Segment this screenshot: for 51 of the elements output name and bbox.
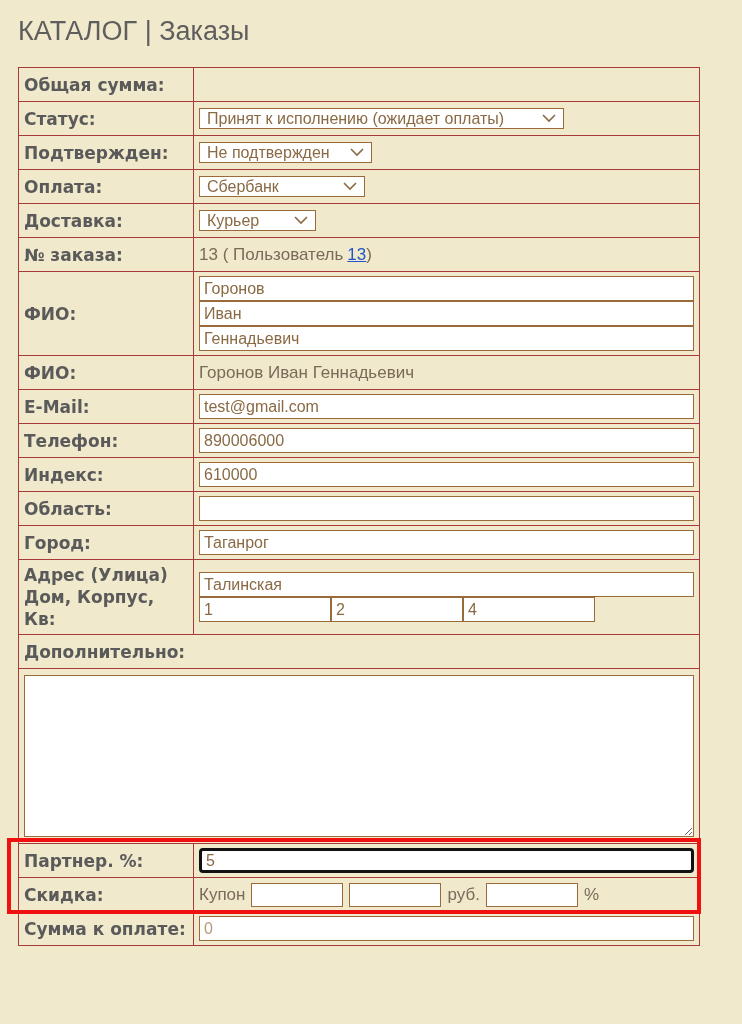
field-label: ФИО: xyxy=(18,355,194,390)
field-label: Телефон: xyxy=(18,423,194,458)
field-label: Статус: xyxy=(18,101,194,136)
value-text: Купон xyxy=(199,884,246,905)
field-label: Партнер. %: xyxy=(18,843,194,878)
field-label: Подтвержден: xyxy=(18,135,194,170)
input-field[interactable]: 5 xyxy=(199,848,694,873)
field-label: Оплата: xyxy=(18,169,194,204)
field-label: Дополнительно: xyxy=(18,634,700,669)
input-field[interactable]: Талинская xyxy=(199,572,694,597)
input-field[interactable]: Иван xyxy=(199,301,694,326)
input-field[interactable] xyxy=(251,882,344,907)
chevron-down-icon xyxy=(542,114,556,123)
field-label: Область: xyxy=(18,491,194,526)
input-field[interactable] xyxy=(349,882,442,907)
chevron-down-icon xyxy=(294,216,308,225)
dropdown[interactable]: Не подтвержден xyxy=(199,142,372,163)
value-text: 13 ( Пользователь xyxy=(199,244,344,265)
user-link[interactable]: 13 xyxy=(347,244,367,265)
chevron-down-icon xyxy=(350,148,364,157)
input-field[interactable]: Таганрог xyxy=(199,530,694,555)
value-text: руб. xyxy=(447,884,480,905)
input-field[interactable]: 610000 xyxy=(199,462,694,487)
field-label: Скидка: xyxy=(18,877,194,912)
field-label: Адрес (Улица) Дом, Корпус, Кв: xyxy=(18,559,194,635)
dropdown[interactable]: Принят к исполнению (ожидает оплаты) xyxy=(199,108,564,129)
field-label: № заказа: xyxy=(18,237,194,272)
input-field[interactable]: 890006000 xyxy=(199,428,694,453)
input-field[interactable] xyxy=(485,882,578,907)
field-label: Общая сумма: xyxy=(18,67,194,102)
chevron-down-icon xyxy=(343,182,357,191)
input-field[interactable]: 2 xyxy=(331,597,463,622)
input-field[interactable]: 4 xyxy=(463,597,595,622)
value-text: Горонов Иван Геннадьевич xyxy=(199,362,415,383)
dropdown[interactable]: Сбербанк xyxy=(199,176,365,197)
field-label: Сумма к оплате: xyxy=(18,911,194,946)
input-field[interactable]: 1 xyxy=(199,597,331,622)
field-label: ФИО: xyxy=(18,271,194,356)
value-text: % xyxy=(583,884,599,905)
input-field[interactable]: Горонов xyxy=(199,276,694,301)
input-field[interactable]: test@gmail.com xyxy=(199,394,694,419)
value-text: ) xyxy=(366,244,372,265)
field-label: Доставка: xyxy=(18,203,194,238)
input-field[interactable]: Геннадьевич xyxy=(199,326,694,351)
field-label: Индекс: xyxy=(18,457,194,492)
field-label: Город: xyxy=(18,525,194,560)
input-field[interactable] xyxy=(199,496,694,521)
dropdown[interactable]: Курьер xyxy=(199,210,316,231)
field-label: E-Mail: xyxy=(18,389,194,424)
page-title: КАТАЛОГ | Заказы xyxy=(18,16,251,47)
input-field[interactable]: 0 xyxy=(199,916,694,941)
